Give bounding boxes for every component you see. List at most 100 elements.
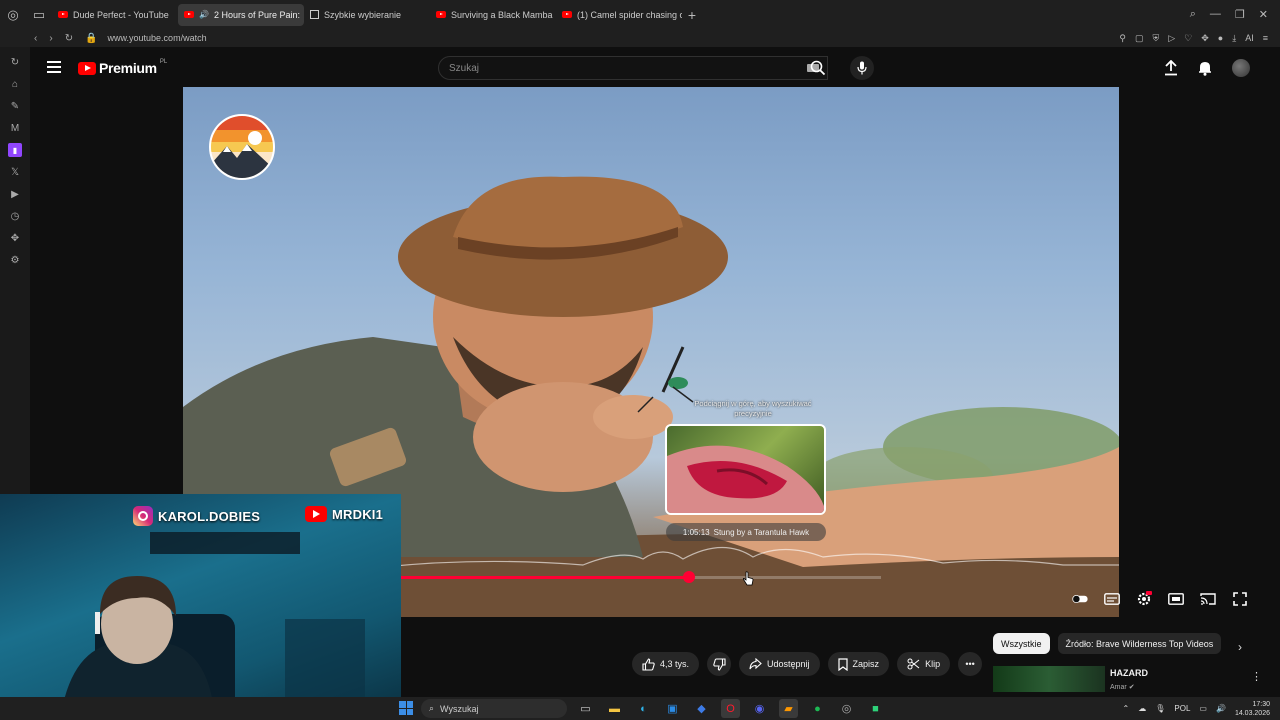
theater-mode-icon	[1168, 593, 1184, 605]
obs-icon[interactable]: ◎	[837, 699, 856, 718]
upload-icon[interactable]	[1164, 60, 1178, 76]
wallet-icon[interactable]: ⌂	[8, 77, 22, 91]
search-icon: ⌕	[429, 703, 435, 713]
browser-tab[interactable]: Surviving a Black Mamba	[430, 4, 556, 26]
settings-button[interactable]	[1136, 591, 1152, 606]
spotify-icon[interactable]: ●	[808, 699, 827, 718]
youtube-header: Premium PL Szukaj	[30, 47, 1272, 87]
taskbar-search-label: Wyszukaj	[440, 703, 479, 714]
menu-icon[interactable]: ≡	[1263, 33, 1268, 44]
file-explorer-icon[interactable]: ▬	[605, 699, 624, 718]
messenger-icon[interactable]: M	[8, 121, 22, 135]
browser-tab[interactable]: (1) Camel spider chasing o	[556, 4, 682, 26]
play-icon[interactable]: ▷	[1168, 33, 1175, 44]
browser-tab[interactable]: Dude Perfect - YouTube	[52, 4, 178, 26]
player-icon[interactable]: ▶	[8, 187, 22, 201]
account-avatar[interactable]	[1232, 59, 1250, 77]
x-icon[interactable]: 𝕏	[8, 165, 22, 179]
hamburger-menu-icon[interactable]	[47, 61, 61, 76]
reload-icon[interactable]: ↻	[65, 33, 73, 44]
close-icon[interactable]: ✕	[1259, 8, 1268, 21]
clock-icon[interactable]: ◷	[8, 209, 22, 223]
notifications-bell-icon[interactable]	[1198, 60, 1212, 76]
chevron-up-icon[interactable]: ⌃	[1123, 704, 1130, 713]
cast-button[interactable]	[1200, 592, 1216, 606]
subtitles-button[interactable]	[1104, 592, 1120, 606]
instagram-handle-badge: KAROL.DOBIES	[133, 506, 260, 526]
scrubber-handle[interactable]	[683, 571, 695, 583]
taskbar-search[interactable]: ⌕ Wyszukaj	[421, 699, 567, 718]
share-button[interactable]: Udostępnij	[739, 652, 820, 676]
autoplay-toggle-icon	[1072, 595, 1088, 603]
settings-icon[interactable]: ⚙	[8, 253, 22, 267]
fullscreen-button[interactable]	[1232, 592, 1248, 606]
history-icon[interactable]: ↻	[8, 55, 22, 69]
twitch-icon[interactable]: ▮	[8, 143, 22, 157]
microphone-icon[interactable]: 🎙	[1155, 704, 1165, 713]
minimize-icon[interactable]: —	[1210, 8, 1221, 21]
browser-tab-active[interactable]: 🔊 2 Hours of Pure Pain:	[178, 3, 304, 26]
save-button[interactable]: Zapisz	[827, 652, 890, 676]
voice-search-button[interactable]	[850, 56, 874, 80]
extensions-panel-icon[interactable]: ✥	[8, 231, 22, 245]
chip-source[interactable]: Źródło: Brave Wilderness Top Videos	[1057, 633, 1222, 654]
extensions-icon[interactable]: ✥	[1201, 33, 1209, 44]
chip-all[interactable]: Wszystkie	[993, 633, 1050, 654]
store-icon[interactable]: ▣	[663, 699, 682, 718]
restore-icon[interactable]: ❐	[1235, 8, 1245, 21]
back-icon[interactable]: ‹	[34, 33, 37, 44]
profile-icon[interactable]: ●	[1218, 33, 1223, 44]
search-tabs-icon[interactable]: ⌕	[1190, 8, 1196, 21]
shield-icon[interactable]: ⛨	[1152, 33, 1159, 44]
clock[interactable]: 17:30 14.03.2026	[1235, 700, 1270, 718]
app-green-icon[interactable]: ■	[866, 699, 885, 718]
windows-taskbar: ⌕ Wyszukaj ▭ ▬ ◐ ▣ ◆ O ◉ ▰ ● ◎ ■ ⌃ ☁ 🎙 P…	[0, 697, 1280, 720]
screen: ◎ ▭ Dude Perfect - YouTube 🔊 2 Hours of …	[0, 0, 1280, 720]
heart-icon[interactable]: ♡	[1184, 33, 1192, 44]
snapshot-icon[interactable]: ▢	[1135, 33, 1144, 44]
recommended-thumbnail[interactable]	[993, 666, 1105, 692]
discord-icon[interactable]: ◉	[750, 699, 769, 718]
chevron-right-icon[interactable]: ›	[1238, 640, 1242, 654]
volume-icon[interactable]: 🔊	[1216, 704, 1226, 713]
progress-bar[interactable]	[401, 571, 1280, 583]
search-button[interactable]	[803, 56, 833, 80]
recommended-video[interactable]: HAZARD Amar ✔ ⋮	[993, 666, 1263, 692]
sublime-icon[interactable]: ▰	[779, 699, 798, 718]
cloud-icon[interactable]: ☁	[1138, 704, 1146, 713]
microphone-icon	[857, 61, 867, 75]
search-input[interactable]: Szukaj	[438, 56, 828, 80]
ai-icon[interactable]: AI	[1245, 33, 1254, 44]
kebab-menu-icon[interactable]: ⋮	[1251, 670, 1262, 683]
recommended-title[interactable]: HAZARD	[1110, 668, 1148, 678]
windows-start-icon[interactable]	[399, 701, 413, 715]
new-tab-button[interactable]: +	[682, 7, 702, 23]
browser-menu-icon[interactable]: ◎	[0, 0, 26, 29]
notes-icon[interactable]: ✎	[8, 99, 22, 113]
autoplay-toggle[interactable]	[1072, 592, 1088, 606]
opera-icon[interactable]: O	[721, 699, 740, 718]
tab-overview-icon[interactable]: ▭	[26, 0, 52, 29]
more-actions-button[interactable]: •••	[958, 652, 983, 676]
language-indicator[interactable]: POL	[1174, 704, 1190, 713]
address-bar: ‹ › ↻ 🔒 www.youtube.com/watch ⚲ ▢ ⛨ ▷ ♡ …	[0, 29, 1280, 47]
clip-button[interactable]: Klip	[897, 652, 951, 676]
monitor-icon[interactable]: ▭	[1199, 704, 1207, 713]
recommended-channel[interactable]: Amar ✔	[1110, 683, 1135, 691]
download-icon[interactable]: ⤓	[1232, 33, 1236, 44]
youtube-logo[interactable]: Premium PL	[78, 59, 167, 76]
dislike-button[interactable]	[707, 652, 732, 676]
channel-watermark[interactable]	[209, 114, 275, 180]
app-icon[interactable]: ◆	[692, 699, 711, 718]
edge-icon[interactable]: ◐	[634, 699, 653, 718]
like-button[interactable]: 4,3 tys.	[632, 652, 700, 676]
url-field[interactable]: www.youtube.com/watch	[108, 33, 207, 43]
youtube-favicon-icon	[436, 11, 446, 18]
fullscreen-icon	[1233, 592, 1247, 606]
pin-icon[interactable]: ⚲	[1119, 33, 1126, 44]
browser-tab[interactable]: Szybkie wybieranie	[304, 4, 430, 26]
clock-time: 17:30	[1252, 700, 1270, 708]
forward-icon[interactable]: ›	[49, 33, 52, 44]
theater-mode-button[interactable]	[1168, 592, 1184, 606]
task-view-icon[interactable]: ▭	[576, 699, 595, 718]
